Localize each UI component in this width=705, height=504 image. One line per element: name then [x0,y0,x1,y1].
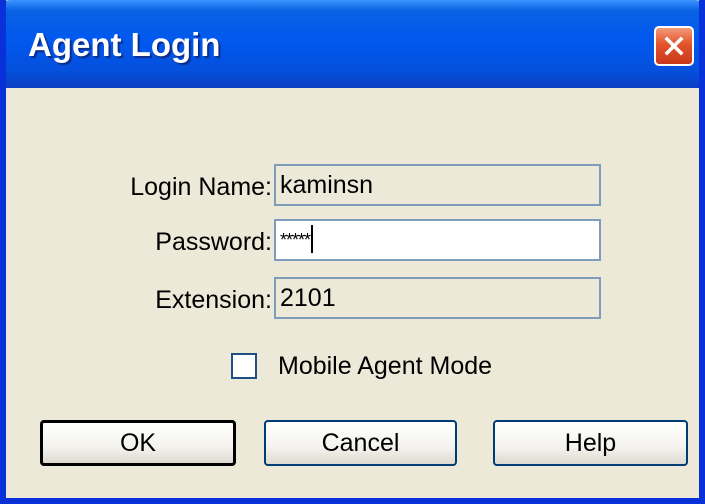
ok-button[interactable]: OK [40,420,236,466]
help-button-label: Help [564,428,617,457]
close-icon [664,36,684,56]
mobile-agent-mode-label[interactable]: Mobile Agent Mode [278,352,492,381]
close-button[interactable] [654,26,694,66]
title-bar[interactable]: Agent Login [6,0,699,88]
window-title: Agent Login [28,26,221,63]
password-value: ***** [280,230,311,250]
help-button[interactable]: Help [493,420,688,466]
extension-label: Extension: [155,286,272,314]
text-caret [311,225,314,253]
mobile-agent-mode-checkbox[interactable] [231,353,257,379]
cancel-button[interactable]: Cancel [264,420,457,466]
password-label: Password: [155,228,272,256]
agent-login-dialog: Agent Login Login Name: kaminsn Password… [0,0,705,504]
login-name-field: kaminsn [274,164,601,206]
login-name-value: kaminsn [280,171,374,199]
ok-button-label: OK [119,428,157,457]
extension-field: 2101 [274,277,601,319]
extension-value: 2101 [280,284,336,312]
password-field[interactable]: ***** [274,219,601,261]
cancel-button-label: Cancel [321,428,400,457]
login-name-label: Login Name: [130,173,272,201]
